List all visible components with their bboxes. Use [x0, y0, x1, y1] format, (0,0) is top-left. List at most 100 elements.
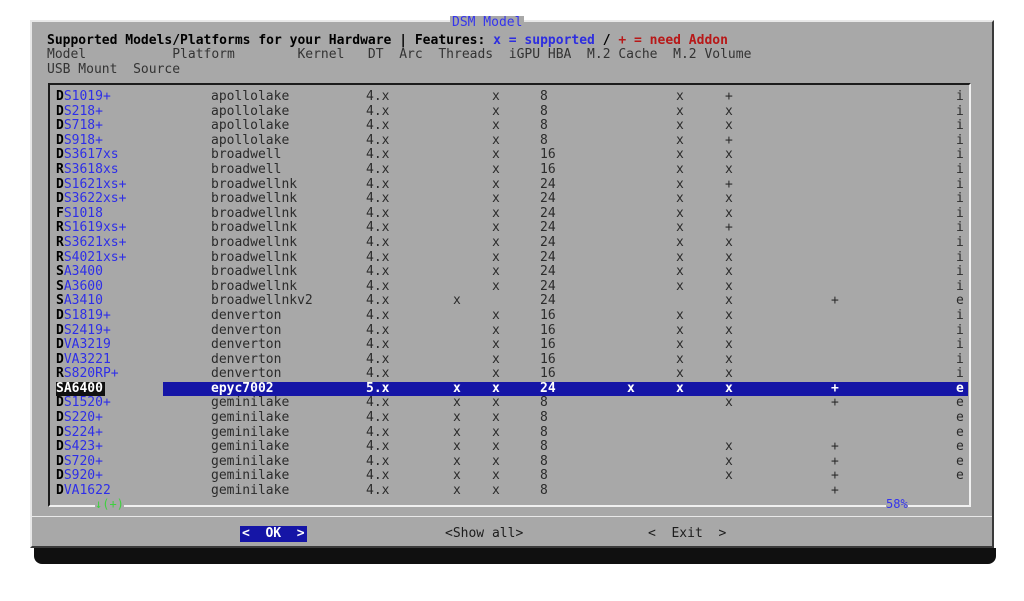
m2cache-cell: x	[725, 380, 733, 396]
kernel-cell: 4.x	[366, 205, 390, 221]
model-name: S718+	[63, 118, 103, 134]
table-row[interactable]: RS3618xs broadwell 4.x x 16 x x i	[56, 161, 968, 178]
table-row-selected[interactable]: SA6400 epyc7002 5.x x x 24 x x x + e	[56, 380, 968, 397]
table-row[interactable]: RS4021xs+ broadwellnk 4.x x 24 x x i	[56, 249, 968, 266]
model-hotkey-letter: D	[56, 483, 64, 499]
source-cell: e	[956, 293, 964, 309]
kernel-cell: 4.x	[366, 191, 390, 207]
m2cache-cell: x	[725, 322, 733, 338]
m2cache-cell: x	[725, 191, 733, 207]
table-row[interactable]: RS3621xs+ broadwellnk 4.x x 24 x x i	[56, 234, 968, 251]
show-all-button[interactable]: <Show all>	[445, 526, 523, 542]
arc-cell: x	[492, 89, 500, 104]
threads-cell: 24	[540, 234, 556, 250]
m2cache-cell: x	[725, 337, 733, 353]
arc-cell: x	[492, 161, 500, 177]
table-row[interactable]: DVA3219 denverton 4.x x 16 x x i	[56, 337, 968, 353]
arc-cell: x	[492, 147, 500, 163]
table-row[interactable]: DS1520+ geminilake 4.x x x 8 x + e	[56, 396, 968, 411]
table-row[interactable]: DS220+ geminilake 4.x x x 8 e	[56, 410, 968, 426]
m2cache-cell: x	[725, 205, 733, 221]
table-row[interactable]: DVA1622 geminilake 4.x x x 8 +	[56, 483, 968, 499]
kernel-cell: 4.x	[366, 132, 390, 148]
table-row[interactable]: DS920+ geminilake 4.x x x 8 x + e	[56, 469, 968, 484]
table-row[interactable]: RS1619xs+ broadwellnk 4.x x 24 x + i	[56, 221, 968, 236]
hba-cell: x	[676, 264, 684, 280]
hba-cell: x	[676, 161, 684, 177]
m2cache-cell: x	[725, 293, 733, 309]
model-hotkey-letter: R	[56, 249, 64, 265]
table-row[interactable]: DS224+ geminilake 4.x x x 8 e	[56, 424, 968, 441]
source-cell: i	[956, 234, 964, 250]
table-row[interactable]: DS1819+ denverton 4.x x 16 x x i	[56, 307, 968, 324]
table-row[interactable]: SA3400 broadwellnk 4.x x 24 x x i	[56, 264, 968, 280]
selection-highlight	[163, 381, 968, 397]
arc-cell: x	[492, 220, 500, 236]
kernel-cell: 4.x	[366, 220, 390, 236]
source-cell: e	[956, 439, 964, 455]
scroll-up-indicator: ↓(+)	[95, 497, 124, 511]
kernel-cell: 4.x	[366, 264, 390, 280]
model-name: VA3221	[63, 351, 111, 367]
table-row[interactable]: DS918+ apollolake 4.x x 8 x + i	[56, 132, 968, 149]
platform-cell: broadwellnk	[211, 249, 298, 265]
threads-cell: 16	[540, 147, 556, 163]
arc-cell: x	[492, 234, 500, 250]
model-hotkey-letter: D	[56, 118, 64, 134]
kernel-cell: 5.x	[366, 380, 390, 396]
model-cell: DS918+	[56, 133, 103, 149]
platform-cell: denverton	[211, 366, 282, 382]
kernel-cell: 4.x	[366, 89, 390, 104]
model-hotkey-letter: D	[56, 468, 64, 484]
table-row[interactable]: DS718+ apollolake 4.x x 8 x x i	[56, 118, 968, 134]
arc-cell: x	[492, 395, 500, 411]
table-row[interactable]: DS3622xs+ broadwellnk 4.x x 24 x x i	[56, 191, 968, 207]
table-row[interactable]: SA3410 broadwellnkv2 4.x x 24 x + e	[56, 294, 968, 309]
table-row[interactable]: FS1018 broadwellnk 4.x x 24 x x i	[56, 205, 968, 222]
table-row[interactable]: DS423+ geminilake 4.x x x 8 x + e	[56, 439, 968, 455]
dt-cell: x	[453, 380, 461, 396]
threads-cell: 24	[540, 205, 556, 221]
model-cell: DS1019+	[56, 89, 111, 105]
model-hotkey-letter: D	[56, 147, 64, 163]
model-name: A6400	[63, 380, 103, 396]
table-row[interactable]: DVA3221 denverton 4.x x 16 x x i	[56, 351, 968, 368]
exit-button[interactable]: < Exit >	[648, 526, 726, 542]
features-legend: Supported Models/Platforms for your Hard…	[47, 33, 728, 48]
source-cell: i	[956, 132, 964, 148]
arc-cell: x	[492, 380, 500, 396]
hba-cell: x	[676, 103, 684, 119]
source-cell: e	[956, 424, 964, 440]
m2cache-cell: x	[725, 118, 733, 134]
legend-supported: x = supported	[493, 33, 595, 48]
source-cell: e	[956, 380, 964, 396]
table-row[interactable]: DS218+ apollolake 4.x x 8 x x i	[56, 103, 968, 120]
legend-addon: + = need Addon	[618, 33, 728, 48]
dt-cell: x	[453, 293, 461, 309]
m2cache-cell: x	[725, 351, 733, 367]
m2cache-cell: x	[725, 103, 733, 119]
model-cell: DS220+	[56, 410, 103, 426]
threads-cell: 24	[540, 380, 556, 396]
table-row[interactable]: SA3600 broadwellnk 4.x x 24 x x i	[56, 279, 968, 295]
dt-cell: x	[453, 424, 461, 440]
hba-cell: x	[676, 307, 684, 323]
kernel-cell: 4.x	[366, 366, 390, 382]
source-cell: i	[956, 249, 964, 265]
hba-cell: x	[676, 176, 684, 192]
table-row[interactable]: DS720+ geminilake 4.x x x 8 x + e	[56, 454, 968, 470]
ok-button[interactable]: < OK >	[240, 526, 307, 542]
m2cache-cell: x	[725, 264, 733, 280]
model-list[interactable]: DS1019+ apollolake 4.x x 8 x + i DS218+ apollolak…	[56, 89, 968, 499]
table-row[interactable]: DS1621xs+ broadwellnk 4.x x 24 x + i	[56, 176, 968, 193]
table-row[interactable]: RS820RP+ denverton 4.x x 16 x x i	[56, 366, 968, 382]
kernel-cell: 4.x	[366, 483, 390, 499]
table-row[interactable]: DS1019+ apollolake 4.x x 8 x + i	[56, 89, 968, 105]
platform-cell: epyc7002	[211, 380, 274, 396]
platform-cell: geminilake	[211, 410, 290, 426]
table-row[interactable]: DS3617xs broadwell 4.x x 16 x x i	[56, 148, 968, 163]
source-cell: e	[956, 395, 964, 411]
threads-cell: 8	[540, 89, 548, 104]
table-row[interactable]: DS2419+ denverton 4.x x 16 x x i	[56, 322, 968, 339]
platform-cell: broadwellnkv2	[211, 293, 313, 309]
